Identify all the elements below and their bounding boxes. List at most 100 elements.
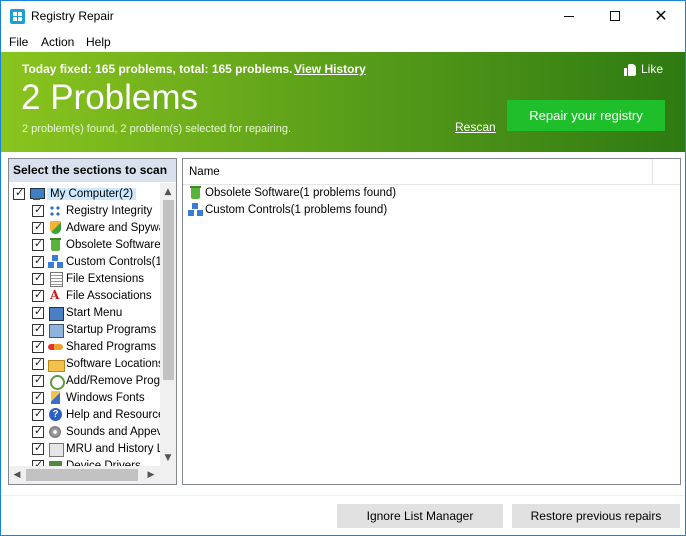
status-banner: Today fixed: 165 problems, total: 165 pr…	[1, 52, 685, 152]
tree-item[interactable]: Obsolete Software(	[32, 236, 160, 253]
tree-item-label: Shared Programs	[66, 340, 157, 353]
tree-item[interactable]: Adware and Spywar	[32, 219, 160, 236]
menu-bar: File Action Help	[1, 32, 685, 52]
menu-file[interactable]: File	[9, 35, 28, 49]
results-panel: Name Obsolete Software(1 problems found)…	[182, 158, 681, 485]
restore-previous-repairs-button[interactable]: Restore previous repairs	[512, 504, 680, 528]
adware-icon	[48, 220, 63, 235]
tree-item[interactable]: Shared Programs	[32, 338, 156, 355]
tree-item-label: Windows Fonts	[66, 391, 145, 404]
section-checkbox[interactable]	[32, 339, 44, 353]
tree-item[interactable]: Windows Fonts	[32, 389, 145, 406]
section-checkbox[interactable]	[32, 373, 44, 387]
sections-header: Select the sections to scan	[9, 159, 176, 182]
tree-item[interactable]: Help and Resources	[32, 406, 160, 423]
tree-item[interactable]: File Extensions	[32, 270, 144, 287]
minimize-button[interactable]	[546, 1, 592, 31]
add-remove-icon	[48, 374, 65, 390]
problems-summary: 2 problem(s) found, 2 problem(s) selecte…	[22, 123, 292, 135]
result-item[interactable]: Custom Controls(1 problems found)	[188, 201, 387, 218]
scroll-up-icon[interactable]: ▲	[160, 183, 176, 200]
custom-controls-icon	[48, 254, 63, 269]
tree-item-label: Add/Remove Progra	[66, 374, 160, 387]
section-checkbox[interactable]	[32, 407, 44, 421]
section-checkbox[interactable]	[32, 441, 44, 455]
result-item[interactable]: Obsolete Software(1 problems found)	[188, 184, 396, 201]
tree-item[interactable]: Custom Controls(1)	[32, 253, 160, 270]
section-checkbox[interactable]	[32, 254, 44, 268]
section-checkbox[interactable]	[32, 305, 44, 319]
windows-fonts-icon	[48, 390, 63, 405]
section-checkbox[interactable]	[32, 424, 44, 438]
scroll-down-icon[interactable]: ▼	[160, 449, 176, 466]
section-checkbox[interactable]	[32, 237, 44, 251]
horizontal-scroll-thumb[interactable]	[26, 469, 138, 481]
tree-root-my-computer-label: My Computer(2)	[47, 187, 137, 200]
vertical-scroll-thumb[interactable]	[163, 200, 174, 380]
device-drivers-icon	[48, 459, 63, 466]
file-extensions-icon	[48, 271, 63, 287]
maximize-button[interactable]	[592, 1, 638, 31]
like-button[interactable]: Like	[624, 62, 663, 76]
scrollbar-corner	[160, 466, 176, 484]
tree-item-label: File Associations	[66, 289, 152, 302]
computer-icon	[29, 187, 45, 201]
section-checkbox[interactable]	[32, 271, 44, 285]
maximize-icon	[610, 11, 620, 21]
tree-item-label: File Extensions	[66, 272, 144, 285]
section-checkbox[interactable]	[32, 288, 44, 302]
tree-item[interactable]: Start Menu	[32, 304, 122, 321]
menu-action[interactable]: Action	[41, 35, 74, 49]
tree-horizontal-scrollbar[interactable]: ◀ ▶	[9, 466, 160, 484]
result-item-label: Obsolete Software(1 problems found)	[205, 186, 397, 199]
rescan-link[interactable]: Rescan	[455, 120, 496, 134]
app-window: Registry Repair ✕ File Action Help Today…	[0, 0, 686, 536]
repair-registry-button[interactable]: Repair your registry	[507, 100, 665, 131]
help-icon	[48, 407, 63, 422]
menu-help[interactable]: Help	[86, 35, 111, 49]
title-bar[interactable]: Registry Repair ✕	[1, 1, 685, 31]
tree-item[interactable]: MRU and History Lis	[32, 440, 160, 457]
section-checkbox[interactable]	[32, 356, 44, 370]
results-column-header[interactable]: Name	[183, 159, 680, 185]
tree-item[interactable]: File Associations	[32, 287, 152, 304]
section-checkbox[interactable]	[32, 390, 44, 404]
section-checkbox[interactable]	[32, 203, 44, 217]
column-separator[interactable]	[652, 159, 653, 185]
tree-item[interactable]: Add/Remove Progra	[32, 372, 160, 390]
mru-history-icon	[48, 442, 64, 457]
section-checkbox[interactable]	[13, 186, 25, 200]
scroll-left-icon[interactable]: ◀	[9, 466, 25, 484]
tree-item[interactable]: Startup Programs	[32, 321, 156, 338]
scroll-right-icon[interactable]: ▶	[143, 466, 159, 484]
software-locations-icon	[48, 357, 65, 372]
tree-item-label: Adware and Spywar	[66, 221, 160, 234]
sections-tree: My Computer(2) Registry Integrity Adware a…	[9, 183, 160, 466]
obsolete-software-icon	[48, 237, 63, 252]
tree-item[interactable]: Software Locations	[32, 355, 160, 372]
tree-item[interactable]: Sounds and Appeve	[32, 423, 160, 440]
tree-item-label: MRU and History Lis	[66, 442, 160, 455]
section-checkbox[interactable]	[32, 220, 44, 234]
custom-controls-icon	[188, 202, 203, 217]
view-history-link[interactable]: View History	[294, 62, 366, 76]
sections-panel: Select the sections to scan My Computer(…	[8, 158, 177, 485]
tree-item[interactable]: Registry Integrity	[32, 202, 152, 219]
tree-item-label: Custom Controls(1)	[66, 255, 160, 268]
close-button[interactable]: ✕	[638, 1, 684, 31]
tree-vertical-scrollbar[interactable]: ▲ ▼	[160, 183, 176, 466]
tree-root-my-computer[interactable]: My Computer(2)	[13, 185, 137, 202]
start-menu-icon	[48, 306, 64, 321]
result-item-label: Custom Controls(1 problems found)	[205, 203, 388, 216]
tree-item-label: Software Locations	[66, 357, 160, 370]
like-label: Like	[641, 62, 664, 76]
ignore-list-manager-button[interactable]: Ignore List Manager	[337, 504, 503, 528]
minimize-icon	[564, 15, 574, 17]
footer-divider	[1, 495, 685, 496]
section-checkbox[interactable]	[32, 322, 44, 336]
app-icon	[10, 9, 25, 24]
tree-item-label: Obsolete Software(	[66, 238, 160, 251]
tree-item-label: Help and Resources	[66, 408, 160, 421]
problems-count-title: 2 Problems	[21, 78, 199, 117]
tree-item[interactable]: Device Drivers	[32, 457, 141, 466]
